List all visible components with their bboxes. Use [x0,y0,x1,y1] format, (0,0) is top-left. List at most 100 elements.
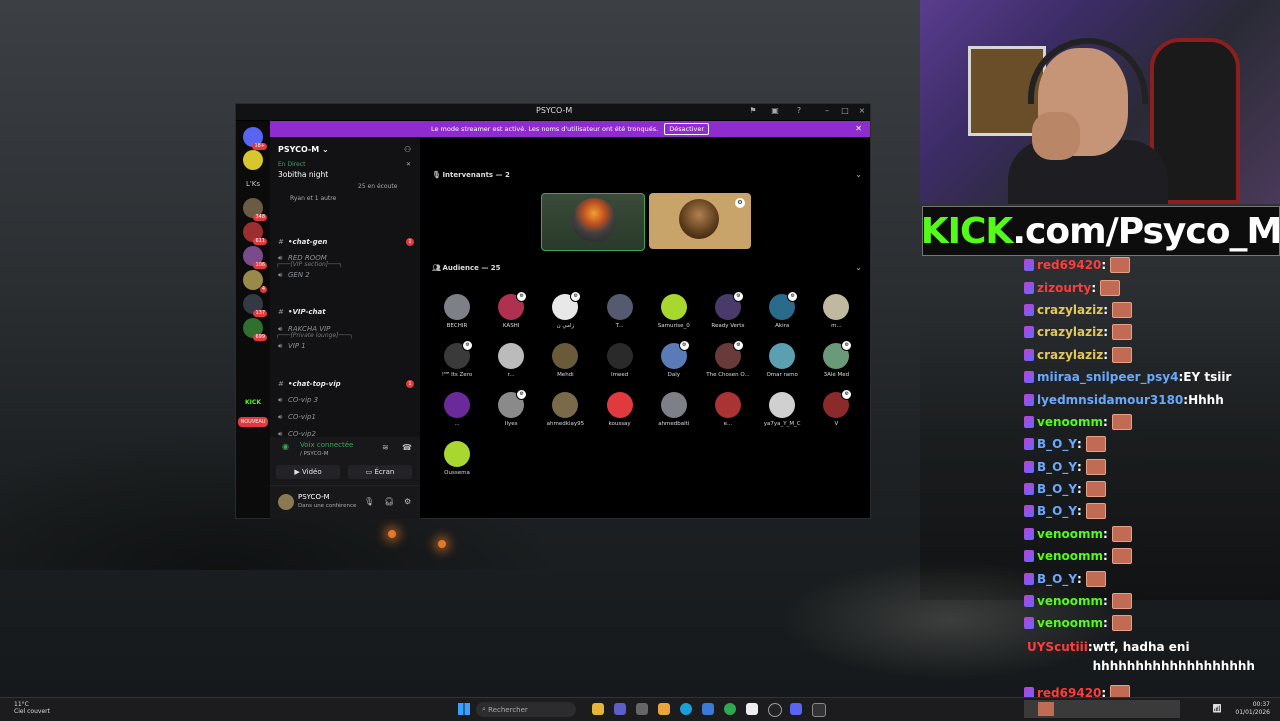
audience-member[interactable]: m... [810,294,862,342]
edge-icon[interactable] [680,703,692,715]
audience-member[interactable]: T... [594,294,646,342]
text-channel[interactable]: # •VIP-chat [278,305,414,319]
headphones-icon[interactable]: 🎧︎ [384,497,394,506]
screen-icon[interactable]: ▣ [770,106,780,116]
inbox-icon[interactable]: ⚑ [748,106,758,116]
discord-home-icon[interactable]: 18+ [243,127,267,150]
voice-channel[interactable]: 🔊︎ RED ROOM [278,251,414,265]
chat-username[interactable]: B_O_Y [1037,504,1077,518]
voice-channel[interactable]: 🔊︎ CO-vip 3 [278,393,414,407]
chat-username[interactable]: miiraa_snilpeer_psy4 [1037,370,1178,384]
audience-member[interactable]: ⚙ Akira [756,291,808,342]
teams-icon[interactable] [614,703,626,715]
user-avatar[interactable] [278,494,294,510]
voice-channel[interactable]: 🔊︎ CO-vip1 [278,410,414,424]
weather-widget[interactable]: 11°C Ciel couvert [14,701,50,715]
audience-member[interactable]: ⚙ !ᴹᴿ Its Zero [431,340,483,391]
audience-member[interactable]: e... [702,392,754,440]
close-icon[interactable]: × [857,106,867,116]
audience-member[interactable]: Oussema [431,441,483,489]
audience-member[interactable]: Mehdi [539,343,591,391]
chrome-icon[interactable] [724,703,736,715]
task-view-icon[interactable] [636,703,648,715]
collapse-speakers-icon[interactable]: ⌄ [855,170,862,179]
audience-member[interactable]: ya7ya_Y_M_C [756,392,808,440]
network-icon[interactable]: 📶︎ [1212,704,1222,713]
audience-member[interactable]: ... [431,392,483,440]
disconnect-icon[interactable]: ☎ [402,443,412,452]
audience-member[interactable]: ⚙ The Chosen O... [702,340,754,391]
server-icon[interactable]: 348 [243,198,267,221]
chat-username[interactable]: venoomm [1037,415,1103,429]
audience-member[interactable]: ⚙ KASHI [485,291,537,342]
microphone-icon[interactable]: 🎙︎ [364,497,374,506]
voice-channel[interactable]: 🔊︎ GEN 2 [278,268,414,282]
server-icon[interactable]: 611 [243,222,267,245]
chat-username[interactable]: B_O_Y [1037,437,1077,451]
chat-username[interactable]: zizourty [1037,281,1091,295]
audience-member[interactable]: Samurise_0 [648,294,700,342]
audience-member[interactable]: ⚙ V [810,389,862,440]
server-label-lks[interactable]: L'Ks [243,174,263,194]
server-icon[interactable]: 106 [243,246,267,269]
disable-streamer-mode-button[interactable]: Désactiver [664,123,710,135]
taskbar-search[interactable]: ⌕ Rechercher [476,702,576,717]
discord-taskbar-icon[interactable] [790,703,802,715]
audience-member[interactable]: ⚙ Ready Vertx [702,291,754,342]
speaker-tile[interactable] [541,193,645,251]
speaker-tile[interactable]: ⚙ [649,193,751,249]
chat-username[interactable]: crazylaziz [1037,348,1103,362]
chat-username[interactable]: B_O_Y [1037,482,1077,496]
chat-username[interactable]: venoomm [1037,616,1103,630]
audience-member[interactable]: ⚙ Daly [648,340,700,391]
server-icon[interactable]: 4 [243,270,267,293]
kick-server-icon[interactable]: KICK [243,393,263,413]
voice-channel[interactable]: 🔊︎ VIP 1 [278,339,414,353]
event-title[interactable]: 3obitha night [278,170,328,179]
server-icon[interactable]: 699 [243,318,267,341]
windows-start-icon[interactable] [458,703,470,715]
audience-member[interactable]: Omar ramo [756,343,808,391]
text-channel[interactable]: # •chat-gen 1 [278,235,414,249]
taskbar-clock[interactable]: 00:37 01/01/2026 [1235,701,1270,717]
add-member-icon[interactable]: ⚇ [404,145,412,154]
text-channel[interactable]: # •chat-top-vip 1 [278,377,414,391]
maximize-icon[interactable]: □ [840,106,850,116]
chat-username[interactable]: B_O_Y [1037,572,1077,586]
user-name[interactable]: PSYCO-M [298,493,330,501]
chat-username[interactable]: UYScutiii [1027,638,1088,657]
chat-username[interactable]: venoomm [1037,527,1103,541]
audience-member[interactable]: ⚙ 3Alé Med [810,340,862,391]
settings-gear-icon[interactable]: ⚙ [404,497,411,506]
chat-username[interactable]: crazylaziz [1037,325,1103,339]
audience-member[interactable]: ahmedbalti [648,392,700,440]
help-icon[interactable]: ? [794,106,804,116]
close-notice-icon[interactable]: ✕ [855,124,862,133]
chat-username[interactable]: red69420 [1037,258,1101,272]
server-name[interactable]: PSYCO-M ⌄ [278,145,329,154]
audience-member[interactable]: koussay [594,392,646,440]
voice-status[interactable]: Voix connectée [300,441,353,449]
chat-username[interactable]: lyedmnsidamour3180 [1037,393,1183,407]
chat-username[interactable]: crazylaziz [1037,303,1103,317]
server-icon-yellow[interactable] [243,150,263,170]
terminal-icon[interactable] [812,703,826,717]
audience-member[interactable]: ahmedklay95 [539,392,591,440]
video-button[interactable]: ▶ Vidéo [276,465,340,479]
new-badge[interactable]: NOUVEAU [238,417,268,427]
collapse-audience-icon[interactable]: ⌄ [855,263,862,272]
file-explorer-icon[interactable] [592,703,604,715]
audience-member[interactable]: ⚙ زامي ن [539,291,591,342]
chat-username[interactable]: venoomm [1037,594,1103,608]
audience-member[interactable]: BECHIR [431,294,483,342]
minimize-icon[interactable]: – [822,106,832,116]
audience-member[interactable]: Imeed [594,343,646,391]
taskbar-preview-thumbnail[interactable] [1024,700,1180,718]
obs-icon[interactable] [768,703,782,717]
voice-channel[interactable]: 🔊︎ RAKCHA VIP [278,322,414,336]
capcut-icon[interactable] [746,703,758,715]
screen-share-button[interactable]: ▭ Écran [348,465,412,479]
chat-username[interactable]: venoomm [1037,549,1103,563]
store-icon[interactable] [702,703,714,715]
audience-member[interactable]: ⚙ Ilyes [485,389,537,440]
